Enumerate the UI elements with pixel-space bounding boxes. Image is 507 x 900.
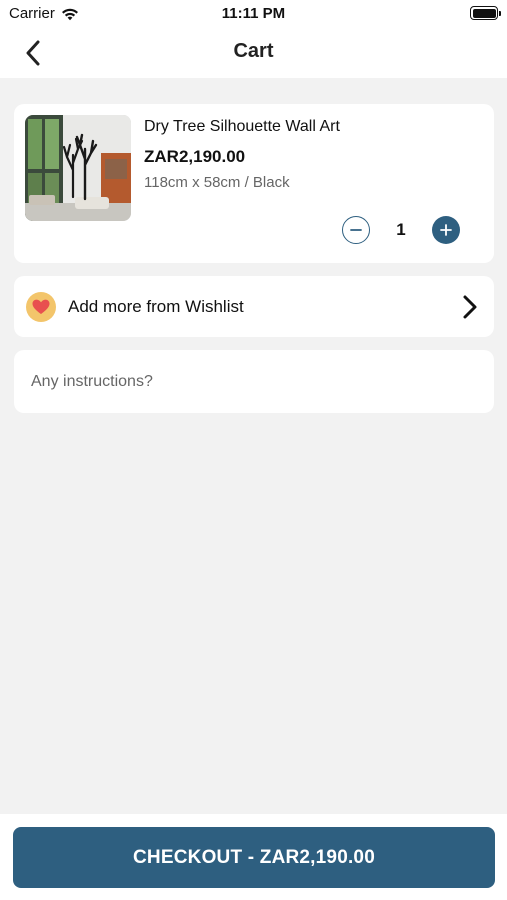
battery-icon: [470, 6, 501, 20]
wishlist-badge: [26, 292, 56, 322]
battery-level: [472, 8, 496, 18]
status-bar: Carrier 11:11 PM: [0, 0, 507, 28]
checkout-footer: CHECKOUT - ZAR2,190.00: [0, 814, 507, 900]
instructions-input[interactable]: [14, 350, 494, 413]
page-title: Cart: [233, 40, 274, 62]
decrease-quantity-button[interactable]: [342, 216, 370, 244]
chevron-right-icon: [463, 295, 477, 319]
product-name: Dry Tree Silhouette Wall Art: [144, 118, 340, 135]
quantity-value: 1: [396, 220, 406, 239]
status-time: 11:11 PM: [221, 5, 286, 22]
quantity-stepper: 1: [342, 216, 460, 244]
product-photo: [25, 115, 131, 221]
product-variant: 118cm x 58cm / Black: [144, 174, 290, 191]
minus-circle-icon: [350, 229, 362, 231]
checkout-button[interactable]: CHECKOUT - ZAR2,190.00: [13, 827, 495, 888]
product-price: ZAR2,190.00: [144, 147, 246, 166]
wishlist-label: Add more from Wishlist: [68, 297, 244, 316]
product-image: [25, 115, 131, 221]
plus-circle-icon: [440, 224, 452, 236]
heart-icon: [32, 299, 50, 314]
increase-quantity-button[interactable]: [432, 216, 460, 244]
instructions-field: [14, 350, 494, 413]
add-from-wishlist-button[interactable]: Add more from Wishlist: [14, 276, 494, 337]
cart-item: Dry Tree Silhouette Wall Art ZAR2,190.00…: [14, 104, 494, 263]
nav-bar: Cart: [0, 28, 507, 78]
